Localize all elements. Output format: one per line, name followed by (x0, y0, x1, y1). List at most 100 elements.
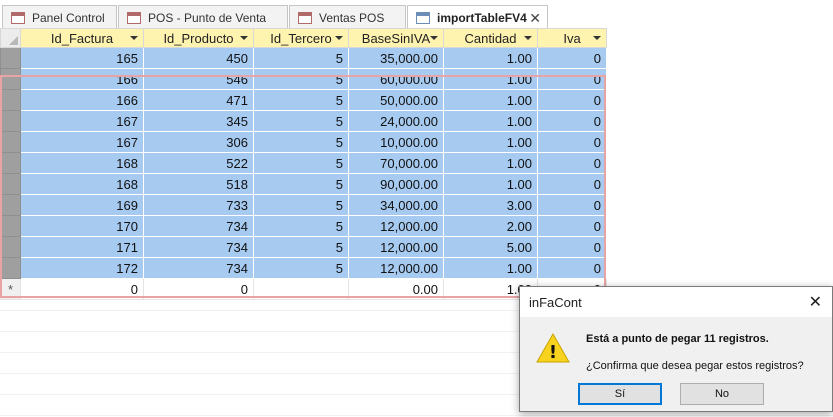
tab-panel-control[interactable]: Panel Control (2, 5, 117, 29)
cell[interactable]: 2.00 (443, 215, 538, 237)
cell[interactable]: 1.00 (443, 173, 538, 195)
tab-importtablefv4[interactable]: importTableFV4 ✕ (407, 5, 548, 29)
cell[interactable]: 5 (253, 173, 349, 195)
cell[interactable]: 171 (20, 236, 144, 258)
table-row[interactable]: 165 450 5 35,000.00 1.00 0 (0, 47, 607, 69)
column-header-iva[interactable]: Iva (537, 28, 607, 48)
cell[interactable]: 733 (143, 194, 254, 216)
record-selector[interactable] (0, 194, 21, 216)
cell[interactable]: 450 (143, 47, 254, 69)
table-row[interactable]: 166 471 5 50,000.00 1.00 0 (0, 89, 607, 111)
dropdown-arrow-icon[interactable] (593, 36, 601, 40)
cell[interactable]: 0 (537, 257, 607, 279)
cell[interactable]: 1.00 (443, 47, 538, 69)
cell[interactable]: 3.00 (443, 194, 538, 216)
cell[interactable]: 12,000.00 (348, 215, 444, 237)
cell[interactable]: 0.00 (348, 278, 444, 300)
cell[interactable]: 5 (253, 194, 349, 216)
cell[interactable]: 166 (20, 89, 144, 111)
cell[interactable]: 5 (253, 68, 349, 90)
cell[interactable]: 0 (537, 215, 607, 237)
cell[interactable]: 0 (537, 89, 607, 111)
cell[interactable]: 0 (537, 68, 607, 90)
no-button[interactable]: No (680, 383, 764, 405)
yes-button[interactable]: Sí (578, 383, 662, 405)
cell[interactable]: 167 (20, 131, 144, 153)
cell[interactable]: 1.00 (443, 131, 538, 153)
dropdown-arrow-icon[interactable] (240, 36, 248, 40)
table-row[interactable]: 168 518 5 90,000.00 1.00 0 (0, 173, 607, 195)
cell[interactable]: 168 (20, 173, 144, 195)
record-selector[interactable] (0, 152, 21, 174)
cell[interactable]: 734 (143, 236, 254, 258)
table-row[interactable]: 166 546 5 60,000.00 1.00 0 (0, 68, 607, 90)
cell[interactable]: 0 (537, 236, 607, 258)
cell[interactable]: 734 (143, 215, 254, 237)
close-tab-icon[interactable]: ✕ (529, 10, 541, 27)
cell[interactable]: 169 (20, 194, 144, 216)
record-selector[interactable] (0, 68, 21, 90)
dropdown-arrow-icon[interactable] (130, 36, 138, 40)
new-record-marker[interactable]: * (0, 278, 21, 300)
cell[interactable]: 170 (20, 215, 144, 237)
cell[interactable]: 306 (143, 131, 254, 153)
table-row[interactable]: 167 306 5 10,000.00 1.00 0 (0, 131, 607, 153)
cell[interactable]: 167 (20, 110, 144, 132)
dialog-titlebar[interactable]: inFaCont ✕ (520, 287, 832, 317)
cell[interactable]: 70,000.00 (348, 152, 444, 174)
cell[interactable]: 518 (143, 173, 254, 195)
cell[interactable]: 34,000.00 (348, 194, 444, 216)
cell[interactable]: 5 (253, 131, 349, 153)
cell[interactable]: 522 (143, 152, 254, 174)
tab-pos-punto-de-venta[interactable]: POS - Punto de Venta (118, 5, 288, 29)
cell[interactable]: 12,000.00 (348, 257, 444, 279)
cell[interactable]: 0 (537, 152, 607, 174)
column-header-id-factura[interactable]: Id_Factura (20, 28, 144, 48)
cell[interactable]: 10,000.00 (348, 131, 444, 153)
table-row[interactable]: 172 734 5 12,000.00 1.00 0 (0, 257, 607, 279)
cell[interactable]: 734 (143, 257, 254, 279)
cell[interactable]: 24,000.00 (348, 110, 444, 132)
table-row[interactable]: 170 734 5 12,000.00 2.00 0 (0, 215, 607, 237)
dropdown-arrow-icon[interactable] (524, 36, 532, 40)
cell[interactable]: 0 (143, 278, 254, 300)
cell[interactable]: 1.00 (443, 152, 538, 174)
record-selector[interactable] (0, 257, 21, 279)
record-selector[interactable] (0, 215, 21, 237)
cell[interactable]: 165 (20, 47, 144, 69)
cell[interactable]: 35,000.00 (348, 47, 444, 69)
cell[interactable]: 168 (20, 152, 144, 174)
record-selector[interactable] (0, 236, 21, 258)
record-selector[interactable] (0, 47, 21, 69)
cell[interactable]: 5 (253, 47, 349, 69)
cell[interactable]: 5 (253, 215, 349, 237)
cell[interactable]: 1.00 (443, 110, 538, 132)
cell[interactable]: 60,000.00 (348, 68, 444, 90)
table-row[interactable]: 169 733 5 34,000.00 3.00 0 (0, 194, 607, 216)
dropdown-arrow-icon[interactable] (335, 36, 343, 40)
table-row[interactable]: 171 734 5 12,000.00 5.00 0 (0, 236, 607, 258)
column-header-basesiniva[interactable]: BaseSinIVA (348, 28, 444, 48)
cell[interactable]: 471 (143, 89, 254, 111)
new-record-row[interactable]: * 0 0 0.00 1.00 0 (0, 278, 607, 300)
close-icon[interactable]: ✕ (809, 292, 822, 312)
cell[interactable]: 0 (537, 173, 607, 195)
column-header-id-tercero[interactable]: Id_Tercero (253, 28, 349, 48)
cell[interactable]: 5 (253, 236, 349, 258)
record-selector[interactable] (0, 110, 21, 132)
cell[interactable]: 1.00 (443, 89, 538, 111)
cell[interactable]: 1.00 (443, 257, 538, 279)
record-selector[interactable] (0, 173, 21, 195)
cell[interactable]: 50,000.00 (348, 89, 444, 111)
table-row[interactable]: 168 522 5 70,000.00 1.00 0 (0, 152, 607, 174)
select-all-corner[interactable] (0, 28, 21, 48)
tab-ventas-pos[interactable]: Ventas POS (289, 5, 406, 29)
cell[interactable]: 90,000.00 (348, 173, 444, 195)
cell[interactable]: 0 (537, 47, 607, 69)
cell[interactable]: 1.00 (443, 68, 538, 90)
cell[interactable]: 5.00 (443, 236, 538, 258)
cell[interactable]: 172 (20, 257, 144, 279)
cell[interactable]: 0 (537, 110, 607, 132)
cell[interactable] (253, 278, 349, 300)
record-selector[interactable] (0, 89, 21, 111)
